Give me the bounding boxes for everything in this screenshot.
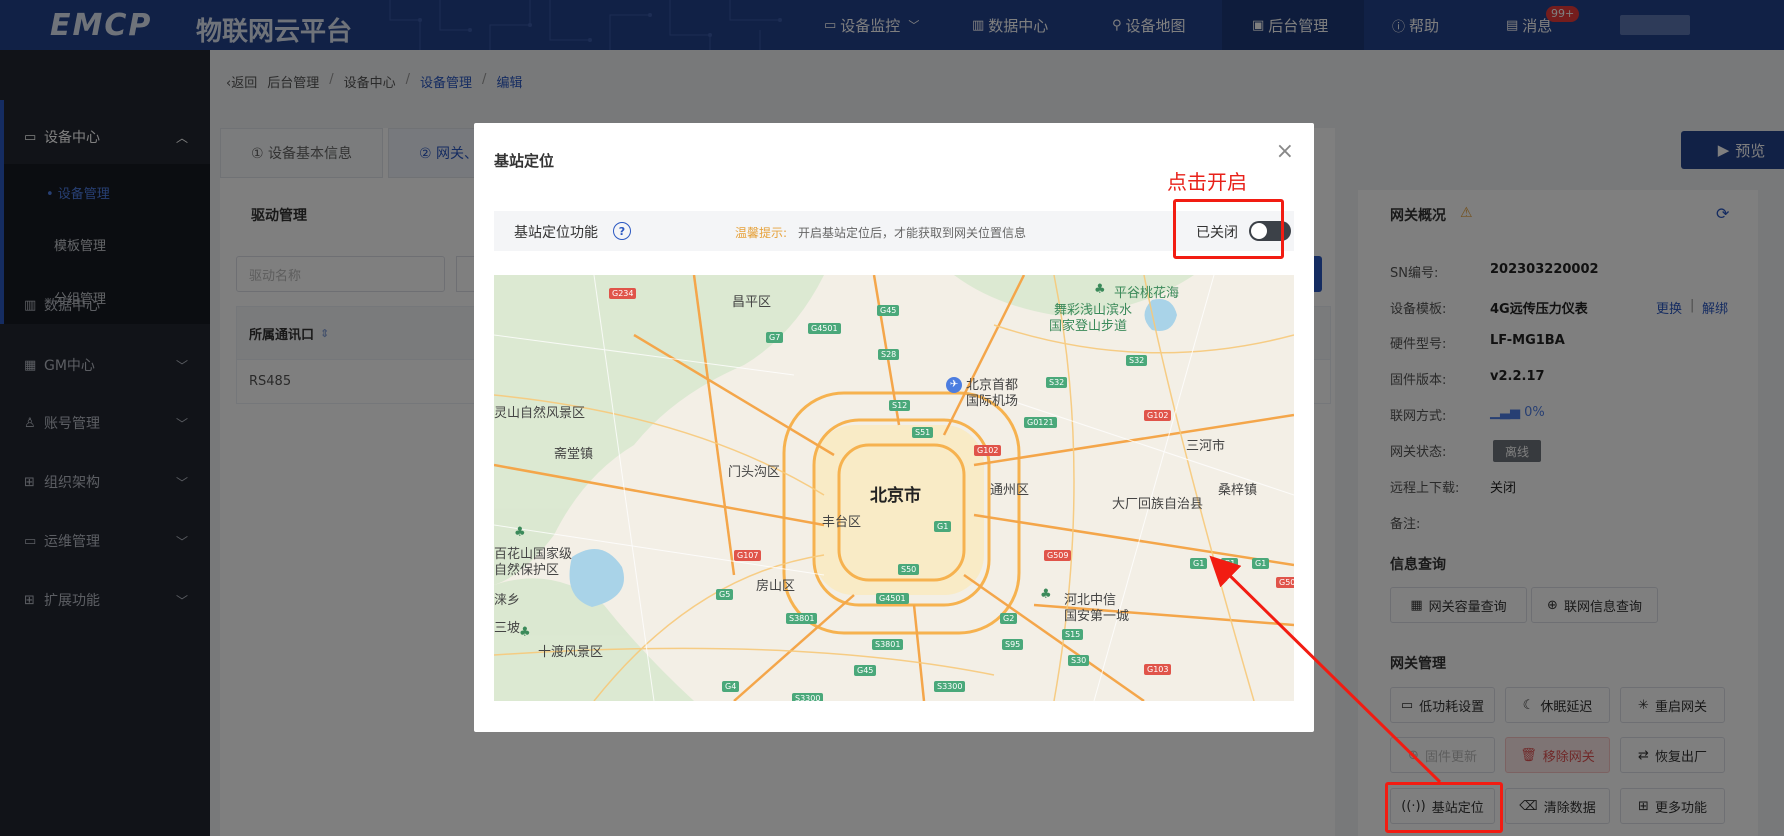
map-label: 桑梓镇 <box>1218 483 1258 498</box>
map-label: 三坡 <box>494 621 521 636</box>
road-shield: G509 <box>1044 550 1072 561</box>
location-map[interactable]: 昌平区 平谷桃花海 舞彩浅山滨水 国家登山步道 北京首都 国际机场 灵山自然风景… <box>494 275 1294 701</box>
map-city-label: 北京市 <box>870 486 921 506</box>
road-shield: S51 <box>912 427 934 438</box>
road-shield: G4501 <box>808 323 841 334</box>
annotation-box-button <box>1385 782 1503 833</box>
map-label: 国家登山步道 <box>1049 319 1128 334</box>
map-label: 房山区 <box>756 579 796 594</box>
map-label: 门头沟区 <box>728 465 781 480</box>
road-shield: S30 <box>1068 655 1090 666</box>
road-shield: G5 <box>716 589 734 600</box>
dialog-title: 基站定位 <box>494 152 555 170</box>
tip-key: 温馨提示: <box>735 226 788 240</box>
park-icon: ♣ <box>519 625 531 640</box>
road-shield: G50 <box>1276 577 1294 588</box>
map-label: 涞乡 <box>494 593 521 608</box>
map-label: 灵山自然风景区 <box>494 406 586 421</box>
road-shield: G107 <box>734 550 762 561</box>
road-shield: G1 <box>934 521 952 532</box>
road-shield: S3801 <box>872 639 904 650</box>
park-icon: ♣ <box>514 525 526 540</box>
road-shield: S15 <box>1062 629 1084 640</box>
park-icon: ♣ <box>1040 587 1052 602</box>
road-shield: G4501 <box>876 593 909 604</box>
road-shield: G45 <box>854 665 877 676</box>
road-shield: S95 <box>1002 639 1024 650</box>
map-label: 通州区 <box>990 483 1030 498</box>
road-shield: S12 <box>889 400 911 411</box>
annotation-box-toggle <box>1173 199 1284 259</box>
annotation-note: 点击开启 <box>1167 170 1247 194</box>
road-shield: S32 <box>1046 377 1068 388</box>
road-shield: S28 <box>878 349 900 360</box>
map-label: 国安第一城 <box>1064 609 1130 624</box>
road-shield: G1 <box>1221 558 1239 569</box>
park-icon: ♣ <box>1094 282 1106 297</box>
map-label: 国际机场 <box>966 394 1019 409</box>
road-shield: G0121 <box>1024 417 1057 428</box>
map-label: 丰台区 <box>822 515 862 530</box>
road-shield: G2 <box>1000 613 1018 624</box>
airport-icon: ✈ <box>946 377 962 393</box>
map-label: 斋堂镇 <box>554 447 594 462</box>
road-shield: G102 <box>974 445 1002 456</box>
road-shield: S3801 <box>786 613 818 624</box>
road-shield: G234 <box>609 288 637 299</box>
map-label: 十渡风景区 <box>538 645 604 660</box>
road-shield: G4 <box>722 681 740 692</box>
map-label: 自然保护区 <box>494 563 560 578</box>
road-shield: G7 <box>766 332 784 343</box>
road-shield: G45 <box>877 305 900 316</box>
map-label: 昌平区 <box>732 295 772 310</box>
close-icon[interactable]: × <box>1276 139 1294 164</box>
map-label: 大厂回族自治县 <box>1112 497 1204 512</box>
road-shield: S50 <box>898 564 920 575</box>
road-shield: S3300 <box>792 693 824 701</box>
map-label: 三河市 <box>1186 439 1226 454</box>
road-shield: S3300 <box>934 681 966 692</box>
question-circle-icon[interactable]: ? <box>613 222 631 240</box>
road-shield: G102 <box>1144 410 1172 421</box>
road-shield: G103 <box>1144 664 1172 675</box>
feature-label: 基站定位功能 <box>514 225 598 241</box>
road-shield: G1 <box>1252 558 1270 569</box>
road-shield: S32 <box>1126 355 1148 366</box>
tip-text: 开启基站定位后，才能获取到网关位置信息 <box>798 226 1027 240</box>
road-shield: G1 <box>1190 558 1208 569</box>
